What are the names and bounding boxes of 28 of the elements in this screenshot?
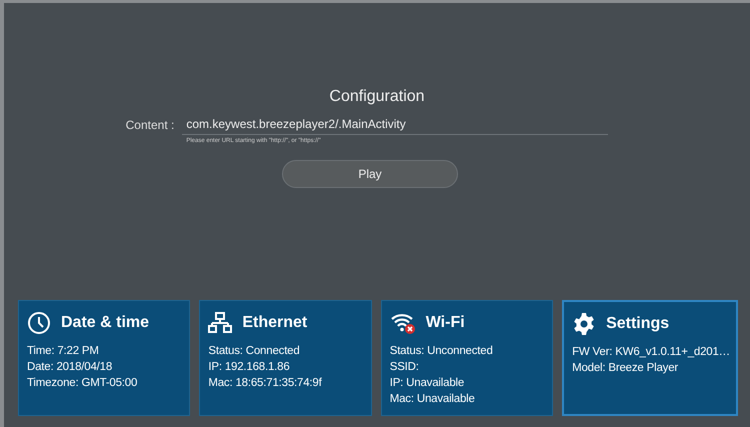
info-text: SSID:	[390, 360, 420, 375]
info-text: Timezone: GMT-05:00	[27, 376, 138, 391]
info-text: Status: Unconnected	[390, 344, 494, 359]
info-text: Model: Breeze Player	[572, 361, 680, 376]
card-title: Date & time	[61, 314, 150, 332]
info-text: Date: 2018/04/18	[27, 360, 114, 375]
info-text: Mac: Unavailable	[390, 392, 476, 407]
play-button[interactable]: Play	[282, 160, 458, 188]
info-text: Time: 7:22 PM	[27, 344, 100, 359]
content-label: Content :	[126, 117, 174, 132]
card-title: Ethernet	[242, 314, 308, 332]
config-title: Configuration	[329, 88, 425, 106]
clock-icon	[27, 311, 51, 335]
card[interactable]: Wi-Fi Status: Unconnected SSID: IP: Unavailable Mac: Unavailable	[380, 300, 554, 416]
settings-icon	[572, 312, 596, 336]
card-title: Settings	[606, 315, 670, 333]
card[interactable]: Ethernet Status: Connected IP: 192.168.1.86 Mac: 18:65:71:35:74:9f	[199, 300, 372, 416]
info-text: Status: Connected	[208, 344, 301, 359]
card[interactable]: Date & time Time: 7:22 PM Date: 2018/04/18 Timezone: GMT-05:00	[18, 300, 190, 416]
info-text: Mac: 18:65:71:35:74:9f	[208, 376, 323, 391]
info-text: FW Ver: KW6_v1.0.11+_d201…	[572, 345, 730, 360]
info-text: IP: 192.168.1.86	[208, 360, 291, 375]
network-icon	[208, 311, 232, 335]
content-field[interactable]: com.keywest.breezeplayer2/.MainActivity	[182, 114, 608, 135]
card-title: Wi-Fi	[426, 314, 465, 332]
wifi-off-icon	[390, 311, 416, 335]
card[interactable]: Settings FW Ver: KW6_v1.0.11+_d201… Model: Breeze Player	[562, 300, 738, 416]
info-text: IP: Unavailable	[390, 376, 466, 391]
